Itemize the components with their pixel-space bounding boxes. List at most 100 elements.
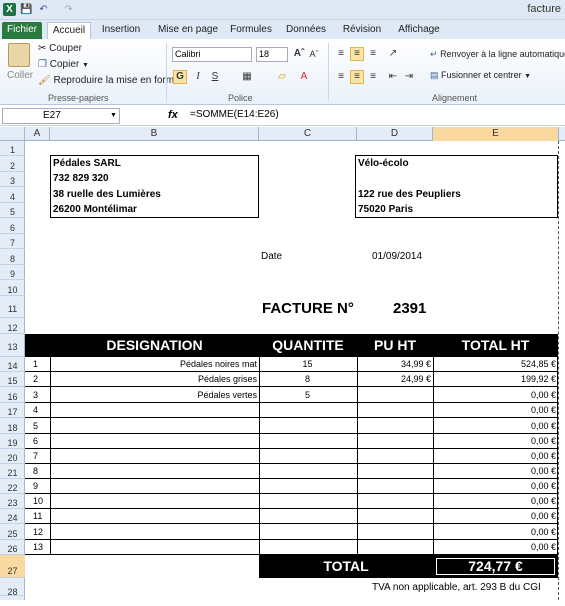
row-header[interactable]: 6	[0, 218, 25, 234]
row-header[interactable]: 25	[0, 524, 25, 540]
column-header-b[interactable]: B	[50, 127, 259, 141]
line-unit-price-cell[interactable]	[357, 434, 433, 449]
redo-icon[interactable]: ↷	[62, 3, 75, 16]
line-designation-cell[interactable]: Pédales noires mat	[50, 357, 259, 372]
line-designation-cell[interactable]	[50, 540, 259, 555]
row-header[interactable]: 4	[0, 187, 25, 203]
line-designation-cell[interactable]	[50, 524, 259, 540]
row-header[interactable]: 18	[0, 418, 25, 434]
line-unit-price-cell[interactable]	[357, 540, 433, 555]
row-header[interactable]: 13	[0, 334, 25, 357]
line-unit-price-cell[interactable]	[357, 524, 433, 540]
line-total-cell[interactable]: 0,00 €	[433, 540, 558, 555]
line-n-cell[interactable]: 13	[25, 540, 50, 555]
line-quantity-cell[interactable]	[259, 449, 357, 464]
line-designation-cell[interactable]	[50, 403, 259, 418]
chevron-down-icon[interactable]: ▼	[110, 112, 117, 119]
orientation-icon[interactable]: ↗	[386, 47, 400, 61]
column-header-a[interactable]: A	[25, 127, 50, 141]
row-header[interactable]: 1	[0, 141, 25, 156]
row-header[interactable]: 19	[0, 434, 25, 449]
align-bottom-icon[interactable]: ≡	[366, 47, 380, 61]
line-total-cell[interactable]: 0,00 €	[433, 464, 558, 479]
line-quantity-cell[interactable]	[259, 540, 357, 555]
line-quantity-cell[interactable]: 5	[259, 387, 357, 403]
row-header[interactable]: 14	[0, 357, 25, 372]
decrease-font-icon[interactable]: Aˇ	[307, 47, 321, 61]
line-designation-cell[interactable]	[50, 464, 259, 479]
save-icon[interactable]: 💾	[20, 3, 33, 16]
row-header[interactable]: 5	[0, 203, 25, 218]
line-unit-price-cell[interactable]	[357, 418, 433, 434]
line-quantity-cell[interactable]	[259, 494, 357, 509]
line-total-cell[interactable]: 524,85 €	[433, 357, 558, 372]
formula-input[interactable]: =SOMME(E14:E26)	[190, 109, 279, 120]
row-header[interactable]: 27	[0, 555, 25, 578]
tab-formulas[interactable]: Formules	[226, 22, 276, 39]
copy-button[interactable]: ❐ Copier ▼	[38, 59, 89, 70]
line-total-cell[interactable]: 0,00 €	[433, 434, 558, 449]
line-quantity-cell[interactable]	[259, 464, 357, 479]
line-n-cell[interactable]: 12	[25, 524, 50, 540]
tab-data[interactable]: Données	[283, 22, 329, 39]
row-header[interactable]: 24	[0, 509, 25, 524]
line-n-cell[interactable]: 5	[25, 418, 50, 434]
line-unit-price-cell[interactable]	[357, 449, 433, 464]
align-right-icon[interactable]: ≡	[366, 70, 380, 84]
line-designation-cell[interactable]: Pédales vertes	[50, 387, 259, 403]
line-n-cell[interactable]: 10	[25, 494, 50, 509]
fill-color-icon[interactable]: ▱	[275, 70, 289, 84]
line-unit-price-cell[interactable]	[357, 464, 433, 479]
line-quantity-cell[interactable]	[259, 434, 357, 449]
line-total-cell[interactable]: 0,00 €	[433, 449, 558, 464]
line-total-cell[interactable]: 0,00 €	[433, 418, 558, 434]
row-header[interactable]: 22	[0, 479, 25, 494]
format-painter-button[interactable]: 🖌 Reproduire la mise en forme	[38, 75, 180, 86]
bold-button[interactable]: G	[173, 70, 187, 84]
align-center-icon[interactable]: ≡	[350, 70, 364, 84]
tab-view[interactable]: Affichage	[394, 22, 444, 39]
tab-review[interactable]: Révision	[340, 22, 384, 39]
line-total-cell[interactable]: 0,00 €	[433, 524, 558, 540]
line-unit-price-cell[interactable]	[357, 387, 433, 403]
italic-button[interactable]: I	[191, 70, 205, 84]
line-total-cell[interactable]: 0,00 €	[433, 479, 558, 494]
align-middle-icon[interactable]: ≡	[350, 47, 364, 61]
paste-icon[interactable]	[8, 43, 30, 67]
function-icon[interactable]: fx	[168, 109, 178, 121]
line-total-cell[interactable]: 0,00 €	[433, 387, 558, 403]
line-n-cell[interactable]: 2	[25, 372, 50, 387]
line-total-cell[interactable]: 0,00 €	[433, 403, 558, 418]
line-unit-price-cell[interactable]	[357, 509, 433, 524]
line-unit-price-cell[interactable]	[357, 494, 433, 509]
line-total-cell[interactable]: 0,00 €	[433, 494, 558, 509]
cut-button[interactable]: ✂ Couper	[38, 43, 82, 54]
line-quantity-cell[interactable]	[259, 509, 357, 524]
row-header[interactable]: 20	[0, 449, 25, 464]
name-box[interactable]: E27	[2, 108, 120, 124]
column-header-e[interactable]: E	[433, 127, 559, 141]
font-size-select[interactable]: 18	[256, 47, 288, 62]
line-n-cell[interactable]: 7	[25, 449, 50, 464]
tab-file[interactable]: Fichier	[2, 22, 42, 39]
borders-icon[interactable]: ▦	[240, 70, 254, 84]
line-quantity-cell[interactable]	[259, 479, 357, 494]
row-header[interactable]: 3	[0, 172, 25, 187]
line-quantity-cell[interactable]: 8	[259, 372, 357, 387]
row-header[interactable]: 10	[0, 280, 25, 296]
line-quantity-cell[interactable]	[259, 524, 357, 540]
line-designation-cell[interactable]	[50, 449, 259, 464]
row-header[interactable]: 15	[0, 372, 25, 387]
line-n-cell[interactable]: 3	[25, 387, 50, 403]
wrap-text-button[interactable]: ↵ Renvoyer à la ligne automatique	[430, 49, 565, 60]
row-header[interactable]: 26	[0, 540, 25, 555]
font-name-select[interactable]: Calibri	[172, 47, 252, 62]
line-total-cell[interactable]: 0,00 €	[433, 509, 558, 524]
line-n-cell[interactable]: 4	[25, 403, 50, 418]
line-n-cell[interactable]: 8	[25, 464, 50, 479]
row-header[interactable]: 9	[0, 265, 25, 280]
line-n-cell[interactable]: 11	[25, 509, 50, 524]
decrease-indent-icon[interactable]: ⇤	[386, 70, 400, 84]
tab-insert[interactable]: Insertion	[100, 22, 142, 39]
increase-indent-icon[interactable]: ⇥	[402, 70, 416, 84]
